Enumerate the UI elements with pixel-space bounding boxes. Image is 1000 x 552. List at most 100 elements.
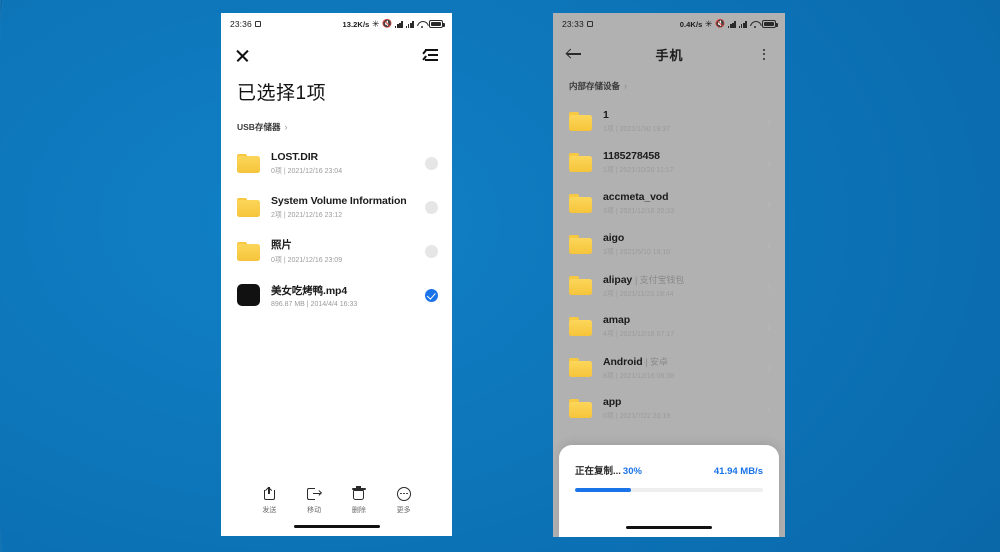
list-item[interactable]: accmeta_vod 3项 | 2021/12/16 20:33 ›	[553, 183, 785, 224]
breadcrumb[interactable]: USB存储器 ›	[221, 105, 452, 139]
video-thumbnail	[237, 284, 260, 306]
chevron-right-icon: ›	[767, 114, 771, 129]
folder-icon	[569, 399, 592, 418]
file-subtitle: 3项 | 2021/5/10 18:10	[603, 249, 671, 256]
file-subtitle: 2项 | 2021/12/16 23:12	[271, 211, 343, 219]
overflow-menu-icon[interactable]	[757, 47, 771, 61]
signal-icon	[394, 20, 404, 28]
file-name-text: amap	[603, 314, 631, 326]
left-net-speed: 13.2K/s	[342, 19, 370, 29]
left-status-time-group: 23:36	[230, 19, 261, 29]
right-breadcrumb-label: 内部存储设备	[569, 81, 621, 91]
delete-button[interactable]: 删除	[339, 486, 379, 515]
file-name-text: 1185278458	[603, 150, 660, 162]
move-button[interactable]: 移动	[294, 486, 334, 515]
battery-icon	[429, 20, 445, 28]
file-subtitle: 4项 | 2021/12/16 07:17	[603, 331, 675, 338]
list-item[interactable]: 照片 0项 | 2021/12/16 23:09	[221, 229, 452, 273]
chevron-right-icon: ›	[767, 196, 771, 211]
file-subtitle: 2项 | 2021/11/23 18:44	[603, 290, 674, 298]
list-item[interactable]: 1 1项 | 2021/1/30 19:37 ›	[553, 101, 785, 142]
alarm-icon	[254, 21, 261, 27]
chevron-right-icon: ›	[767, 155, 771, 170]
more-button[interactable]: 更多	[384, 486, 424, 515]
list-item-meta: accmeta_vod 3项 | 2021/12/16 20:33	[603, 191, 756, 216]
back-arrow-icon[interactable]	[567, 47, 582, 61]
folder-icon	[237, 241, 260, 261]
right-breadcrumb[interactable]: 内部存储设备 ›	[553, 73, 785, 101]
list-item-meta: LOST.DIR 0项 | 2021/12/16 23:04	[271, 151, 414, 176]
delete-label: 删除	[351, 507, 366, 514]
file-name: alipay | 支付宝钱包	[603, 273, 756, 286]
list-item-meta: app 0项 | 2021/7/22 20:19	[603, 396, 756, 421]
close-icon[interactable]	[235, 48, 250, 63]
bluetooth-icon: ✳	[371, 18, 380, 29]
list-item[interactable]: alipay | 支付宝钱包 2项 | 2021/11/23 18:44 ›	[553, 265, 785, 306]
chevron-right-icon: ›	[767, 319, 771, 334]
move-label: 移动	[307, 507, 322, 514]
list-item-meta: 照片 0项 | 2021/12/16 23:09	[271, 237, 414, 265]
left-file-list: LOST.DIR 0项 | 2021/12/16 23:04 System Vo…	[221, 139, 452, 317]
signal-icon	[738, 20, 747, 28]
right-status-time-group: 23:33	[562, 19, 593, 29]
wifi-icon	[750, 20, 760, 28]
send-label: 发送	[262, 507, 277, 514]
select-checkbox[interactable]	[425, 244, 438, 258]
folder-icon	[569, 358, 592, 377]
chevron-right-icon: ›	[624, 81, 628, 91]
send-button[interactable]: 发送	[249, 486, 289, 515]
right-net-speed: 0.4K/s	[679, 19, 703, 29]
file-name: 照片	[271, 239, 292, 251]
file-name: LOST.DIR	[271, 150, 319, 163]
copy-progress-bar	[575, 488, 763, 492]
list-item[interactable]: Android | 安卓 8项 | 2021/12/16 06:38 ›	[553, 347, 785, 388]
file-name-text: accmeta_vod	[603, 191, 669, 203]
home-indicator	[626, 526, 712, 529]
copy-progress-dialog: 正在复制... 30% 41.94 MB/s	[559, 445, 779, 537]
list-item[interactable]: amap 4项 | 2021/12/16 07:17 ›	[553, 306, 785, 347]
wifi-icon	[417, 20, 427, 28]
file-subtitle: 0项 | 2021/12/16 23:09	[271, 257, 343, 264]
list-item[interactable]: 1185278458 1项 | 2021/10/20 11:17 ›	[553, 142, 785, 183]
chevron-right-icon: ›	[767, 278, 771, 293]
list-item[interactable]: LOST.DIR 0项 | 2021/12/16 23:04	[221, 141, 452, 185]
file-name: amap	[603, 314, 756, 326]
list-item[interactable]: System Volume Information 2项 | 2021/12/1…	[221, 185, 452, 229]
file-name: aigo	[603, 232, 756, 244]
mute-icon: 🔇	[382, 19, 393, 28]
list-item-meta: aigo 3项 | 2021/5/10 18:10	[603, 232, 756, 257]
folder-icon	[237, 153, 260, 173]
copy-speed-label: 41.94 MB/s	[713, 466, 763, 477]
left-status-icons: 13.2K/s ✳ 🔇	[342, 18, 445, 29]
list-item-meta: Android | 安卓 8项 | 2021/12/16 06:38	[603, 355, 756, 381]
file-subtitle: 0项 | 2021/12/16 23:04	[271, 167, 343, 175]
file-name: System Volume Information	[271, 194, 407, 207]
chevron-right-icon: ›	[767, 401, 771, 416]
select-checkbox[interactable]	[425, 156, 438, 170]
file-name: 1	[603, 109, 756, 121]
file-subtitle: 3项 | 2021/12/16 20:33	[603, 208, 675, 215]
select-checkbox[interactable]	[425, 200, 438, 214]
alarm-icon	[586, 21, 593, 27]
file-name-text: 1	[603, 109, 609, 121]
file-name: 1185278458	[603, 150, 756, 162]
left-bottom-toolbar: 发送 移动 删除 更多	[221, 478, 452, 536]
right-status-bar: 23:33 0.4K/s ✳ 🔇	[553, 13, 785, 35]
file-name: 美女吃烤鸭.mp4	[271, 284, 348, 297]
select-checkbox-checked[interactable]	[425, 288, 438, 302]
sort-icon[interactable]	[422, 48, 438, 62]
list-item[interactable]: 美女吃烤鸭.mp4 896.87 MB | 2014/4/4 16:33	[221, 273, 452, 317]
file-name-text: alipay	[603, 273, 633, 286]
folder-icon	[569, 276, 592, 295]
list-item[interactable]: app 0项 | 2021/7/22 20:19 ›	[553, 388, 785, 429]
signal-icon	[405, 20, 414, 28]
list-item[interactable]: aigo 3项 | 2021/5/10 18:10 ›	[553, 224, 785, 265]
bluetooth-icon: ✳	[704, 18, 713, 29]
right-phone-body: 23:33 0.4K/s ✳ 🔇 手机 内部存储设备 › 1 1项 | 2021…	[553, 13, 785, 537]
list-item-meta: 1 1项 | 2021/1/30 19:37	[603, 109, 756, 134]
wallpaper-background	[0, 0, 1000, 552]
copy-progress-fill	[575, 488, 632, 492]
mute-icon: 🔇	[715, 19, 726, 28]
copy-progress-header: 正在复制... 30% 41.94 MB/s	[575, 463, 763, 477]
right-status-icons: 0.4K/s ✳ 🔇	[679, 18, 778, 29]
